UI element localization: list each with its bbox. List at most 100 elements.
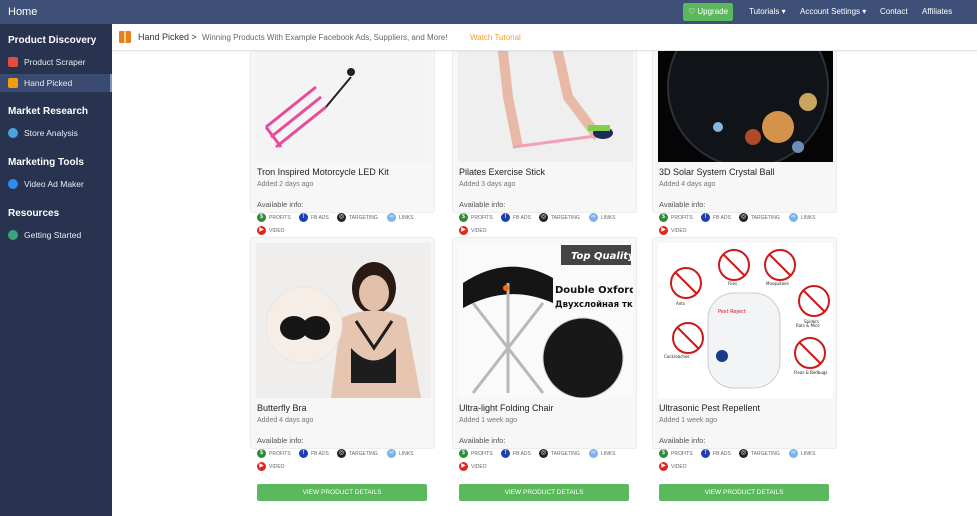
sidebar-item-label: Video Ad Maker — [24, 179, 84, 189]
fb-ads-tag: f FB ADS — [501, 213, 531, 223]
product-title: Tron Inspired Motorcycle LED Kit — [257, 167, 389, 177]
links-tag: ∞ LINKS — [589, 449, 615, 459]
play-icon: ▶ — [459, 462, 468, 471]
fb-ads-icon: f — [299, 213, 308, 222]
product-image: Ants Flies Mosquitoes Spiders Rats & Mic… — [658, 243, 833, 398]
dollar-icon: $ — [459, 449, 468, 458]
sidebar-item-store-analysis[interactable]: Store Analysis — [0, 124, 112, 142]
product-card: Ants Flies Mosquitoes Spiders Rats & Mic… — [652, 237, 837, 501]
section-product-discovery: Product Discovery — [8, 35, 97, 46]
account-settings-menu[interactable]: Account Settings ▾ — [800, 7, 866, 16]
target-icon: ◎ — [337, 213, 346, 222]
product-image — [658, 51, 833, 162]
targeting-tag: ◎ TARGETING — [337, 213, 378, 222]
sidebar-item-hand-picked[interactable]: Hand Picked — [0, 74, 112, 92]
available-info-label: Available info: — [459, 436, 506, 445]
img-label-flies: Flies — [728, 281, 737, 286]
home-link[interactable]: Home — [8, 6, 37, 18]
view-product-details-button[interactable]: VIEW PRODUCT DETAILS — [257, 484, 427, 501]
video-icon — [8, 179, 18, 189]
sidebar-item-video-ad-maker[interactable]: Video Ad Maker — [0, 175, 112, 193]
product-image — [458, 51, 633, 162]
play-icon: ▶ — [257, 462, 266, 471]
affiliates-link[interactable]: Affiliates — [922, 7, 952, 16]
product-added: Added 2 days ago — [257, 181, 314, 188]
target-icon: ◎ — [739, 449, 748, 458]
product-image: Top Quality Double Oxford Cloth Двухслой… — [458, 243, 633, 398]
scraper-icon — [8, 57, 18, 67]
fb-ads-tag: f FB ADS — [299, 449, 329, 459]
breadcrumb: Hand Picked > Winning Products With Exam… — [112, 24, 977, 51]
watch-tutorial-link[interactable]: Watch Tutorial — [470, 33, 521, 42]
fb-ads-tag: f FB ADS — [701, 449, 731, 459]
video-tag: ▶ VIDEO — [459, 462, 487, 472]
product-added: Added 3 days ago — [459, 181, 516, 188]
breadcrumb-current: Hand Picked > — [138, 32, 197, 42]
top-navbar: Home ♡ Upgrade Tutorials ▾ Account Setti… — [0, 0, 977, 24]
product-card: Tron Inspired Motorcycle LED Kit Added 2… — [250, 51, 435, 265]
fb-ads-tag: f FB ADS — [701, 213, 731, 223]
fb-ads-icon: f — [501, 449, 510, 458]
upgrade-button[interactable]: ♡ Upgrade — [683, 3, 733, 21]
product-image — [256, 243, 431, 398]
video-tag: ▶ VIDEO — [257, 462, 285, 472]
view-product-details-button[interactable]: VIEW PRODUCT DETAILS — [659, 484, 829, 501]
product-added: Added 4 days ago — [257, 417, 314, 424]
view-product-details-button[interactable]: VIEW PRODUCT DETAILS — [459, 484, 629, 501]
fb-ads-icon: f — [299, 449, 308, 458]
available-info-label: Available info: — [659, 436, 706, 445]
img-line2: Двухслойная ткань — [555, 300, 633, 310]
play-icon: ▶ — [659, 462, 668, 471]
img-brand: Pest Reject — [718, 309, 746, 315]
gift-icon — [119, 31, 131, 43]
sidebar-item-product-scraper[interactable]: Product Scraper — [0, 53, 112, 71]
dollar-icon: $ — [659, 449, 668, 458]
product-image — [256, 51, 431, 162]
breadcrumb-subtitle: Winning Products With Example Facebook A… — [202, 33, 448, 42]
target-icon: ◎ — [739, 213, 748, 222]
sidebar: Product Discovery Product Scraper Hand P… — [0, 24, 112, 516]
img-label-fleas: Fleas & Bedbugs — [794, 370, 828, 375]
product-card: Top Quality Double Oxford Cloth Двухслой… — [452, 237, 637, 501]
link-icon: ∞ — [789, 449, 798, 458]
links-tag: ∞ LINKS — [589, 213, 615, 223]
product-title: 3D Solar System Crystal Ball — [659, 167, 775, 177]
links-tag: ∞ LINKS — [789, 213, 815, 223]
links-tag: ∞ LINKS — [387, 213, 413, 223]
play-icon: ▶ — [659, 226, 668, 235]
profits-tag: $ PROFITS — [257, 213, 291, 223]
product-card: 3D Solar System Crystal Ball Added 4 day… — [652, 51, 837, 265]
link-icon: ∞ — [589, 449, 598, 458]
target-icon: ◎ — [337, 449, 346, 458]
img-label-rats: Rats & Mice — [796, 323, 820, 328]
fb-ads-icon: f — [701, 213, 710, 222]
fb-ads-icon: f — [501, 213, 510, 222]
play-icon: ▶ — [459, 226, 468, 235]
product-grid: Tron Inspired Motorcycle LED Kit Added 2… — [112, 51, 977, 516]
store-icon — [8, 128, 18, 138]
dollar-icon: $ — [257, 213, 266, 222]
product-title: Ultrasonic Pest Repellent — [659, 403, 761, 413]
profits-tag: $ PROFITS — [659, 449, 693, 459]
targeting-tag: ◎ TARGETING — [337, 449, 378, 458]
link-icon: ∞ — [789, 213, 798, 222]
sidebar-item-getting-started[interactable]: Getting Started — [0, 226, 112, 244]
profits-tag: $ PROFITS — [459, 449, 493, 459]
video-tag: ▶ VIDEO — [459, 226, 487, 236]
contact-link[interactable]: Contact — [880, 7, 908, 16]
links-tag: ∞ LINKS — [789, 449, 815, 459]
links-tag: ∞ LINKS — [387, 449, 413, 459]
profits-tag: $ PROFITS — [659, 213, 693, 223]
section-resources: Resources — [8, 208, 60, 219]
sidebar-item-label: Product Scraper — [24, 57, 86, 67]
available-info-label: Available info: — [459, 200, 506, 209]
sidebar-item-label: Hand Picked — [24, 78, 73, 88]
link-icon: ∞ — [387, 449, 396, 458]
globe-icon — [8, 230, 18, 240]
profits-tag: $ PROFITS — [257, 449, 291, 459]
fb-ads-tag: f FB ADS — [501, 449, 531, 459]
product-title: Butterfly Bra — [257, 403, 307, 413]
available-info-label: Available info: — [257, 200, 304, 209]
product-title: Pilates Exercise Stick — [459, 167, 546, 177]
tutorials-menu[interactable]: Tutorials ▾ — [749, 7, 786, 16]
